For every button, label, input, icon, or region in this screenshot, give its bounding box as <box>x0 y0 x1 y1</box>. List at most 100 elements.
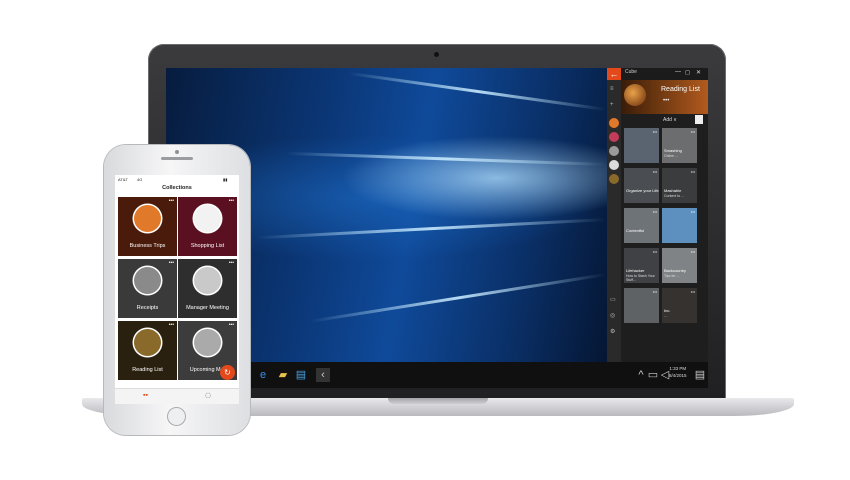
collection-card[interactable]: ••• Reading List <box>118 321 177 380</box>
light-beam <box>309 273 607 323</box>
file-explorer-icon[interactable]: ▰ <box>276 368 290 382</box>
close-button[interactable]: ✕ <box>696 69 701 76</box>
phone-screen: AT&T 4G ▮▮ Collections ••• Business Trips… <box>115 175 239 404</box>
collection-avatar[interactable] <box>609 118 619 128</box>
collection-image <box>194 267 221 294</box>
cube-app-taskbar-icon[interactable]: ‹ <box>316 368 330 382</box>
tile-more-button[interactable]: ••• <box>691 249 695 254</box>
add-label: Add <box>663 117 672 123</box>
collection-avatar[interactable] <box>609 132 619 142</box>
collection-header: Reading List ••• <box>621 80 708 114</box>
page-title: Collections <box>162 185 192 191</box>
reading-list-tile[interactable]: ••• Smashing Online ... <box>662 128 697 163</box>
tile-more-button[interactable]: ••• <box>653 289 657 294</box>
card-more-button[interactable]: ••• <box>229 322 234 328</box>
card-more-button[interactable]: ••• <box>229 260 234 266</box>
minimize-button[interactable]: — <box>675 69 681 75</box>
collection-card[interactable]: ••• Shopping List <box>178 197 237 256</box>
tile-more-button[interactable]: ••• <box>653 249 657 254</box>
collection-card[interactable]: ••• Business Trips <box>118 197 177 256</box>
phone: AT&T 4G ▮▮ Collections ••• Business Trips… <box>104 145 250 435</box>
add-button[interactable]: Add ∨ <box>663 117 677 123</box>
chevron-down-icon: ∨ <box>673 117 677 123</box>
tile-title: Lifehacker <box>626 268 645 273</box>
tab-collections[interactable]: ▪▪ <box>143 392 148 399</box>
card-more-button[interactable]: ••• <box>229 198 234 204</box>
collection-label: Manager Meeting <box>186 305 229 311</box>
tile-more-button[interactable]: ••• <box>691 289 695 294</box>
store-icon[interactable]: ▤ <box>294 368 308 382</box>
add-icon[interactable]: + <box>610 102 614 108</box>
reading-list-tile[interactable]: ••• <box>662 208 697 243</box>
notifications-icon[interactable]: ▤ <box>693 368 707 382</box>
app-title: Cube <box>625 69 637 75</box>
collection-card[interactable]: ••• Receipts <box>118 259 177 318</box>
edge-browser-icon[interactable]: e <box>256 368 270 382</box>
tile-description: ... <box>664 314 667 318</box>
back-button[interactable]: ← <box>607 68 621 80</box>
display-icon[interactable]: ▭ <box>610 296 616 303</box>
collection-avatar[interactable] <box>609 174 619 184</box>
new-note-icon[interactable] <box>695 115 703 124</box>
status-bar: AT&T 4G ▮▮ <box>115 175 239 183</box>
reading-list-tile[interactable]: ••• <box>624 128 659 163</box>
reading-list-tile[interactable]: ••• Lifehacker How to Stash Your Stuff... <box>624 248 659 283</box>
battery-icon: ▮▮ <box>223 177 228 182</box>
collection-more-button[interactable]: ••• <box>663 98 669 104</box>
collection-label: Receipts <box>136 305 159 311</box>
tile-description: How to Stash Your Stuff... <box>626 274 655 282</box>
clock-date: 8/4/2015 <box>669 373 687 378</box>
sync-fab-button[interactable]: ↻ <box>220 365 235 380</box>
collection-name: Reading List <box>661 86 700 93</box>
collection-avatar[interactable] <box>609 146 619 156</box>
reading-list-tile[interactable]: ••• Inc.... <box>662 288 697 323</box>
card-more-button[interactable]: ••• <box>169 260 174 266</box>
tile-title: Organize your Life <box>626 188 659 193</box>
laptop-notch <box>388 398 488 404</box>
light-beam <box>256 218 607 240</box>
collection-card[interactable]: ••• Manager Meeting <box>178 259 237 318</box>
card-more-button[interactable]: ••• <box>169 198 174 204</box>
sync-icon: ↻ <box>224 368 231 377</box>
tile-more-button[interactable]: ••• <box>653 209 657 214</box>
cube-app-window: ← ≡ + ▭ ◎ ⚙ Cube — ◻ ✕ Reading List ••• … <box>607 68 708 362</box>
clock-time: 1:33 PM <box>669 366 687 371</box>
phone-speaker <box>161 157 193 160</box>
webcam <box>434 52 439 57</box>
tile-description: Online ... <box>664 154 679 158</box>
settings-icon[interactable]: ⚙ <box>610 328 615 335</box>
tile-more-button[interactable]: ••• <box>691 169 695 174</box>
maximize-button[interactable]: ◻ <box>685 69 690 76</box>
reading-list-tile[interactable]: ••• Mashable Content to ... <box>662 168 697 203</box>
tile-more-button[interactable]: ••• <box>691 209 695 214</box>
back-arrow-icon: ← <box>609 69 619 79</box>
collection-image <box>194 205 221 232</box>
tab-bar: ▪▪ ⎔ <box>115 388 239 404</box>
collection-label: Reading List <box>132 367 163 373</box>
card-more-button[interactable]: ••• <box>169 322 174 328</box>
carrier-label: AT&T <box>118 177 128 182</box>
collection-image <box>134 329 161 356</box>
collection-label: Shopping List <box>190 243 225 249</box>
account-icon[interactable]: ◎ <box>610 312 615 319</box>
reading-list-tile[interactable]: ••• Organize your Life <box>624 168 659 203</box>
collection-image <box>134 205 161 232</box>
collection-label: Business Trips <box>129 243 166 249</box>
tab-notes[interactable]: ⎔ <box>205 392 211 400</box>
tile-more-button[interactable]: ••• <box>691 129 695 134</box>
collection-thumbnail <box>624 84 646 106</box>
home-button[interactable] <box>167 407 186 426</box>
tile-title: Backcountry <box>664 268 687 273</box>
reading-list-tile[interactable]: ••• <box>624 288 659 323</box>
app-titlebar: Cube — ◻ ✕ <box>621 68 708 80</box>
tile-more-button[interactable]: ••• <box>653 169 657 174</box>
menu-icon[interactable]: ≡ <box>610 86 614 92</box>
collection-image <box>194 329 221 356</box>
reading-list-tile[interactable]: ••• Backcountry Tips for ... <box>662 248 697 283</box>
tile-description: Tips for ... <box>664 274 680 278</box>
collection-avatar[interactable] <box>609 160 619 170</box>
tile-title: Contentful <box>626 228 645 233</box>
tile-more-button[interactable]: ••• <box>653 129 657 134</box>
reading-list-tile[interactable]: ••• Contentful <box>624 208 659 243</box>
network-label: 4G <box>137 177 143 182</box>
